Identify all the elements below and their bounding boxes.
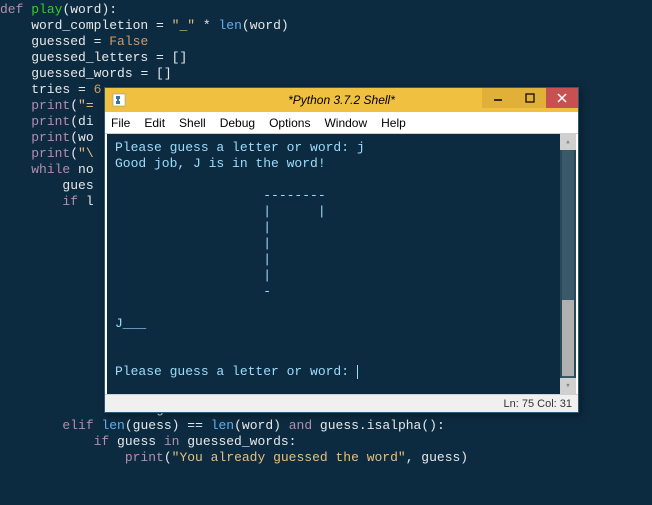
- scroll-up-icon[interactable]: ▴: [560, 134, 576, 150]
- scroll-track[interactable]: [562, 150, 574, 378]
- shell-line: --------: [115, 188, 326, 203]
- shell-line: |: [115, 236, 271, 251]
- shell-prompt: Please guess a letter or word:: [115, 364, 357, 379]
- python-shell-window: *Python 3.7.2 Shell* File Edit Shell Deb…: [104, 87, 579, 413]
- shell-line: |: [115, 252, 271, 267]
- shell-line: Please guess a letter or word: j: [115, 140, 365, 155]
- status-position: Ln: 75 Col: 31: [504, 398, 573, 410]
- shell-line: |: [115, 220, 271, 235]
- cursor-icon: [357, 365, 358, 379]
- scrollbar[interactable]: ▴ ▾: [560, 134, 576, 394]
- minimize-button[interactable]: [482, 88, 514, 108]
- python-icon: [109, 91, 129, 109]
- menu-options[interactable]: Options: [269, 116, 310, 130]
- close-button[interactable]: [546, 88, 578, 108]
- window-title: *Python 3.7.2 Shell*: [288, 93, 395, 107]
- titlebar[interactable]: *Python 3.7.2 Shell*: [105, 88, 578, 112]
- menu-file[interactable]: File: [111, 116, 130, 130]
- menu-window[interactable]: Window: [324, 116, 367, 130]
- shell-line: | |: [115, 204, 326, 219]
- scroll-thumb[interactable]: [562, 300, 574, 376]
- menu-edit[interactable]: Edit: [144, 116, 165, 130]
- statusbar: Ln: 75 Col: 31: [105, 394, 578, 412]
- shell-line: J___: [115, 316, 146, 331]
- maximize-button[interactable]: [514, 88, 546, 108]
- shell-line: |: [115, 268, 271, 283]
- shell-body: Please guess a letter or word: j Good jo…: [107, 134, 576, 394]
- shell-line: Good job, J is in the word!: [115, 156, 326, 171]
- menu-help[interactable]: Help: [381, 116, 406, 130]
- scroll-down-icon[interactable]: ▾: [560, 378, 576, 394]
- shell-output[interactable]: Please guess a letter or word: j Good jo…: [107, 134, 560, 394]
- menubar: File Edit Shell Debug Options Window Hel…: [105, 112, 578, 134]
- menu-shell[interactable]: Shell: [179, 116, 206, 130]
- shell-line: -: [115, 284, 271, 299]
- menu-debug[interactable]: Debug: [220, 116, 255, 130]
